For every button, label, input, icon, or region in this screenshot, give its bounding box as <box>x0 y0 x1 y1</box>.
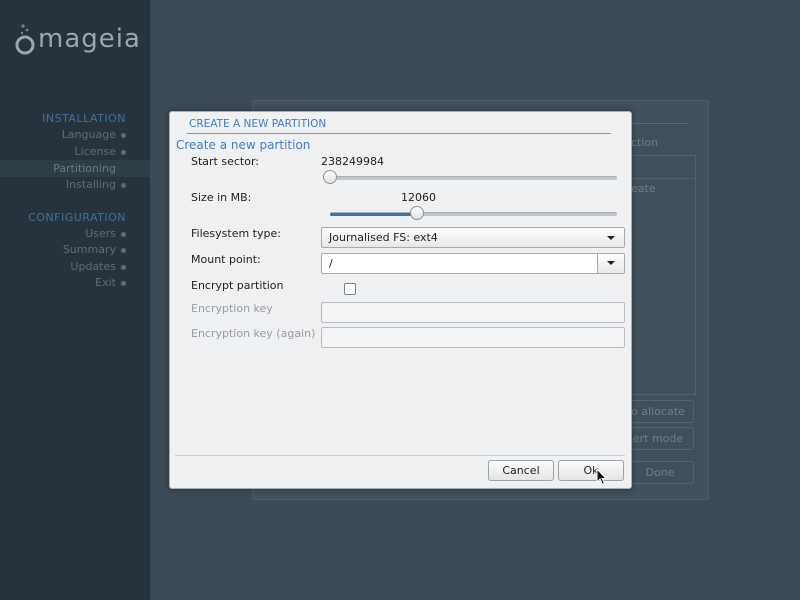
mount-point-value: / <box>329 257 333 270</box>
encrypt-partition-label: Encrypt partition <box>191 279 284 292</box>
background-partition-list <box>627 155 696 395</box>
background-done-button: Done <box>626 461 694 484</box>
sidebar-item-installing: Installing <box>65 178 116 191</box>
create-partition-dialog: CREATE A NEW PARTITION Create a new part… <box>169 111 632 489</box>
start-sector-label: Start sector: <box>191 155 259 168</box>
background-expert-mode-button: ert mode <box>622 427 694 450</box>
sidebar-dot-icon <box>121 183 126 188</box>
dropdown-arrow-icon <box>607 261 615 265</box>
sidebar-item-updates: Updates <box>70 260 116 273</box>
sidebar-item-partitioning: Partitioning <box>53 162 116 175</box>
sidebar-item-language: Language <box>61 128 116 141</box>
start-sector-value: 238249984 <box>321 155 384 168</box>
sidebar-item-exit: Exit <box>95 276 116 289</box>
start-sector-slider[interactable] <box>330 176 617 180</box>
filesystem-type-label: Filesystem type: <box>191 227 281 240</box>
encryption-key-label: Encryption key <box>191 302 273 315</box>
filesystem-type-select[interactable]: Journalised FS: ext4 <box>321 227 625 248</box>
encryption-key-again-field[interactable] <box>321 327 625 348</box>
sidebar-section-installation: INSTALLATION <box>42 112 126 125</box>
dialog-heading: Create a new partition <box>176 138 311 152</box>
ok-button[interactable]: Ok <box>558 460 624 481</box>
background-auto-allocate-button: o allocate <box>622 400 694 423</box>
size-slider-fill <box>330 213 418 216</box>
size-label: Size in MB: <box>191 191 252 204</box>
dialog-button-separator <box>175 455 625 456</box>
sidebar: mageia INSTALLATION Language License Par… <box>0 0 150 600</box>
dialog-title-underline <box>187 133 611 134</box>
sidebar-dot-icon <box>121 248 126 253</box>
dropdown-arrow-icon <box>607 236 615 240</box>
sidebar-dot-icon <box>121 232 126 237</box>
encryption-key-field[interactable] <box>321 302 625 323</box>
mageia-logo-icon <box>15 24 35 55</box>
mount-point-combo-entry[interactable]: / <box>321 253 625 274</box>
background-label-fragment: ction <box>631 136 659 149</box>
encryption-key-again-label: Encryption key (again) <box>191 327 316 340</box>
sidebar-dot-icon <box>121 281 126 286</box>
cancel-button[interactable]: Cancel <box>488 460 554 481</box>
mount-point-label: Mount point: <box>191 253 261 266</box>
sidebar-item-users: Users <box>85 227 116 240</box>
dialog-title: CREATE A NEW PARTITION <box>189 118 327 130</box>
sidebar-item-license: License <box>74 145 116 158</box>
size-slider-handle[interactable] <box>410 206 424 220</box>
sidebar-item-summary: Summary <box>62 243 116 256</box>
encrypt-partition-checkbox[interactable] <box>344 283 356 295</box>
size-slider[interactable] <box>330 212 617 216</box>
mouse-pointer-icon <box>596 468 608 486</box>
logo-text: mageia <box>38 24 141 54</box>
mount-point-dropdown-button[interactable] <box>597 254 624 273</box>
sidebar-dot-icon <box>121 150 126 155</box>
background-divider <box>631 123 688 124</box>
start-sector-slider-handle[interactable] <box>323 170 337 184</box>
filesystem-type-value: Journalised FS: ext4 <box>329 231 438 244</box>
size-value: 12060 <box>401 191 436 204</box>
sidebar-dot-icon <box>121 265 126 270</box>
sidebar-dot-icon <box>121 133 126 138</box>
sidebar-section-configuration: CONFIGURATION <box>28 211 126 224</box>
